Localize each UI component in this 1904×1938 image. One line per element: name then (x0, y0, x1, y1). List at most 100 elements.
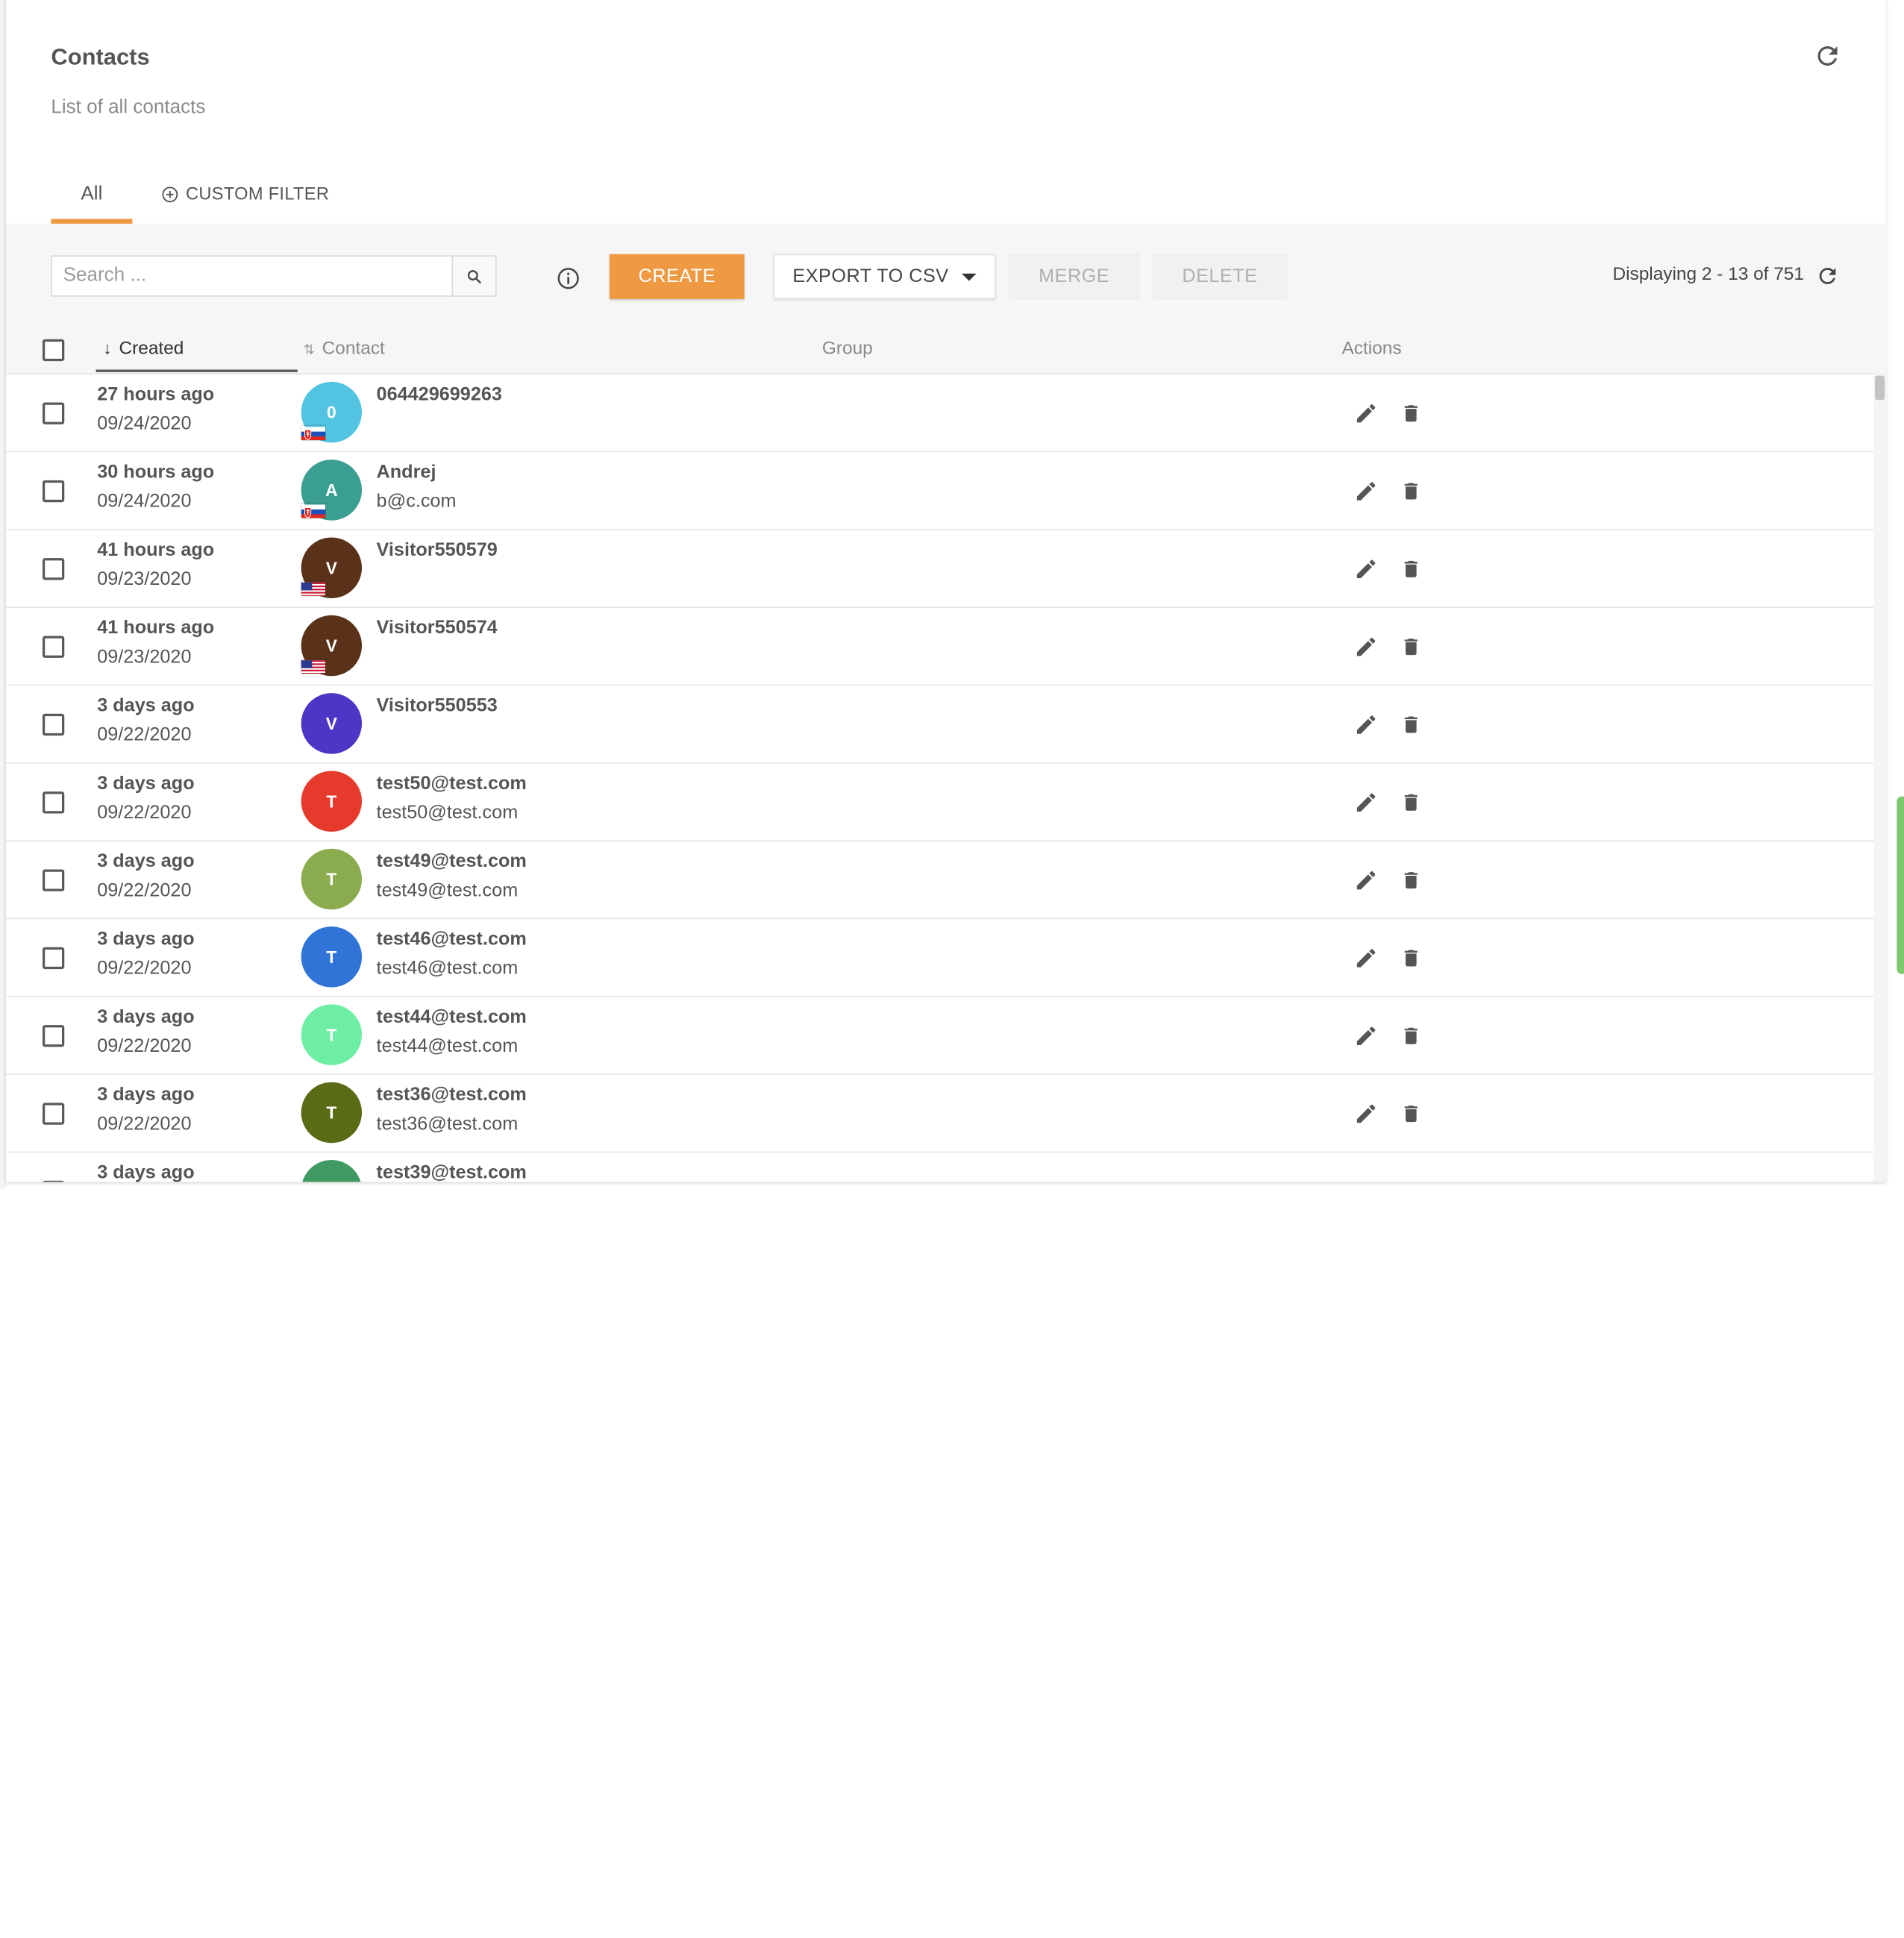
table-row[interactable]: 3 days ago 09/22/2020 Ttest36@test.com test… (6, 1074, 1874, 1153)
usa-flag-icon (301, 581, 326, 596)
avatar[interactable]: T (301, 1082, 363, 1144)
row-checkbox[interactable] (42, 869, 65, 891)
edit-icon[interactable] (1354, 712, 1379, 737)
edit-icon[interactable] (1354, 868, 1379, 893)
trash-icon[interactable] (1400, 946, 1422, 970)
avatar[interactable]: V (301, 693, 363, 754)
search-button[interactable] (451, 255, 497, 297)
row-checkbox[interactable] (42, 480, 65, 503)
trash-icon[interactable] (1400, 1179, 1422, 1182)
contacts-app: Contacts List of all contacts All CUSTOM… (0, 0, 1904, 1190)
table-scrollbar[interactable] (1873, 373, 1886, 1182)
table-row[interactable]: 27 hours ago 09/24/2020 0 064429699263 (6, 374, 1874, 453)
table-row[interactable]: 3 days ago 09/22/2020 Ttest46@test.com test… (6, 919, 1874, 997)
created-date: 09/24/2020 (97, 491, 192, 512)
row-checkbox[interactable] (42, 1180, 65, 1182)
trash-icon[interactable] (1400, 1102, 1422, 1126)
edit-icon[interactable] (1354, 1179, 1379, 1182)
slovakia-flag-icon (301, 426, 326, 441)
avatar[interactable]: T (301, 926, 363, 988)
created-date: 09/22/2020 (97, 880, 192, 901)
created-relative: 30 hours ago (97, 462, 215, 483)
table-row[interactable]: 3 days ago 09/22/2020 V Visitor550553 (6, 686, 1874, 764)
table-row[interactable]: 41 hours ago 09/23/2020 V Visitor550579 (6, 530, 1874, 608)
column-header-contact[interactable]: ⇅ Contact (304, 338, 385, 359)
created-relative: 41 hours ago (97, 539, 215, 561)
row-checkbox[interactable] (42, 636, 65, 658)
contact-name[interactable]: test46@test.com (377, 929, 527, 950)
created-date: 09/24/2020 (97, 413, 192, 434)
table-row[interactable]: 3 days ago Ttest39@test.com (6, 1153, 1874, 1182)
trash-icon[interactable] (1400, 868, 1422, 893)
table-row[interactable]: 3 days ago 09/22/2020 Ttest49@test.com test… (6, 841, 1874, 920)
edit-icon[interactable] (1354, 401, 1379, 426)
column-header-created[interactable]: ↓ Created (103, 338, 184, 359)
refresh-list-icon[interactable] (1815, 264, 1840, 289)
avatar-initial: T (326, 1103, 337, 1123)
tab-all-label: All (81, 184, 103, 204)
sort-icon: ⇅ (303, 342, 315, 358)
table-row[interactable]: 30 hours ago 09/24/2020 A Andrej b@c.com (6, 452, 1874, 530)
created-relative: 27 hours ago (97, 384, 215, 405)
tab-all[interactable]: All (51, 170, 133, 224)
contact-name[interactable]: Visitor550579 (377, 540, 498, 562)
row-checkbox[interactable] (42, 791, 65, 814)
row-checkbox[interactable] (42, 713, 65, 736)
avatar[interactable]: T (301, 1160, 363, 1182)
avatar[interactable]: T (301, 771, 363, 832)
trash-icon[interactable] (1400, 712, 1422, 737)
edit-icon[interactable] (1354, 635, 1379, 659)
contact-name[interactable]: test39@test.com (377, 1162, 527, 1182)
trash-icon[interactable] (1400, 479, 1422, 504)
table-row[interactable]: 3 days ago 09/22/2020 Ttest50@test.com test… (6, 763, 1874, 841)
avatar[interactable]: T (301, 1004, 363, 1065)
avatar-initial: T (326, 869, 337, 889)
pagination-status: Displaying 2 - 13 of 751 (1612, 263, 1804, 285)
contact-name[interactable]: Andrej (377, 462, 436, 483)
select-all-checkbox[interactable] (42, 339, 65, 362)
created-relative: 3 days ago (97, 773, 195, 794)
row-checkbox[interactable] (42, 558, 65, 580)
table-row[interactable]: 3 days ago 09/22/2020 Ttest44@test.com test… (6, 997, 1874, 1075)
edit-icon[interactable] (1354, 479, 1379, 504)
edit-icon[interactable] (1354, 557, 1379, 582)
edit-icon[interactable] (1354, 1023, 1379, 1048)
row-checkbox[interactable] (42, 1025, 65, 1047)
contact-name[interactable]: test49@test.com (377, 851, 527, 873)
row-checkbox[interactable] (42, 402, 65, 424)
created-relative: 3 days ago (97, 1162, 195, 1182)
tab-custom-filter[interactable]: CUSTOM FILTER (161, 180, 329, 209)
trash-icon[interactable] (1400, 557, 1422, 582)
trash-icon[interactable] (1400, 401, 1422, 426)
side-tab[interactable] (1897, 796, 1904, 974)
contact-name[interactable]: Visitor550574 (377, 618, 498, 639)
info-icon[interactable] (556, 266, 580, 291)
contact-name[interactable]: test44@test.com (377, 1007, 527, 1029)
search-input[interactable] (51, 256, 452, 296)
row-checkbox[interactable] (42, 947, 65, 970)
contacts-table: 27 hours ago 09/24/2020 0 064429699263 30 ho… (6, 373, 1874, 1182)
contact-name[interactable]: Visitor550553 (377, 695, 498, 717)
trash-icon[interactable] (1400, 791, 1422, 815)
edit-icon[interactable] (1354, 791, 1379, 815)
contact-name[interactable]: test36@test.com (377, 1085, 527, 1106)
create-button[interactable]: CREATE (610, 254, 745, 299)
page-title: Contacts (51, 45, 150, 71)
edit-icon[interactable] (1354, 1102, 1379, 1126)
created-date: 09/22/2020 (97, 958, 192, 979)
table-row[interactable]: 41 hours ago 09/23/2020 V Visitor550574 (6, 608, 1874, 686)
refresh-icon[interactable] (1813, 41, 1842, 70)
edit-icon[interactable] (1354, 946, 1379, 970)
trash-icon[interactable] (1400, 635, 1422, 659)
avatar[interactable]: T (301, 848, 363, 910)
contact-name[interactable]: test50@test.com (377, 774, 527, 795)
trash-icon[interactable] (1400, 1023, 1422, 1048)
row-checkbox[interactable] (42, 1103, 65, 1125)
delete-button[interactable]: DELETE (1152, 254, 1288, 299)
contact-name[interactable]: 064429699263 (377, 384, 502, 406)
sort-down-icon: ↓ (103, 338, 112, 358)
merge-button[interactable]: MERGE (1009, 254, 1139, 299)
scrollbar-thumb[interactable] (1875, 375, 1885, 401)
avatar-initial: V (325, 636, 337, 656)
export-csv-button[interactable]: EXPORT TO CSV (773, 254, 996, 299)
